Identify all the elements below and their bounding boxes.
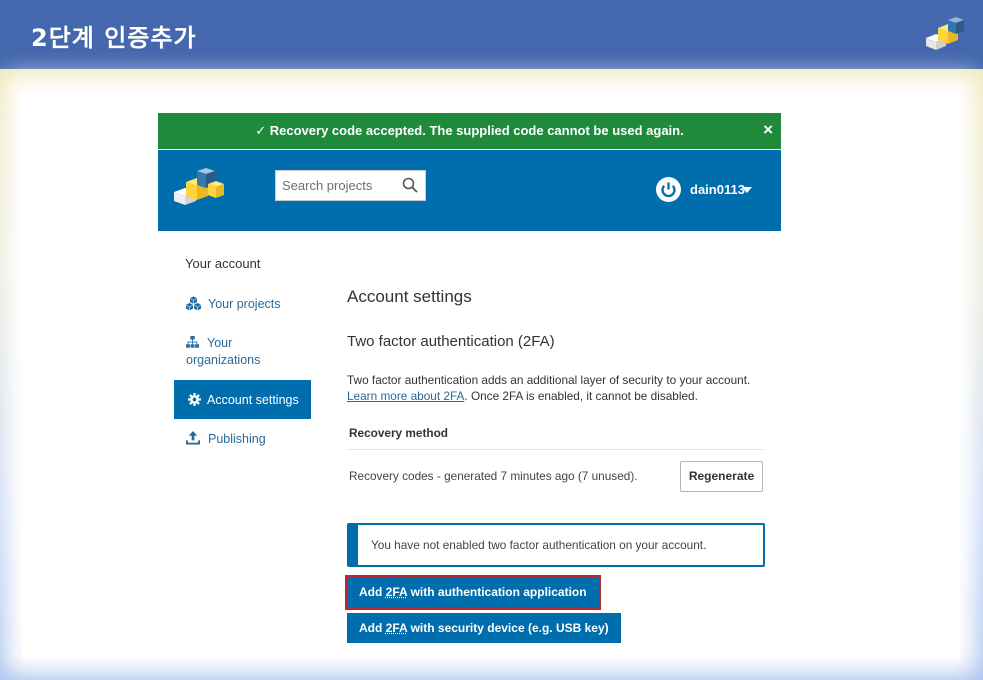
search-icon[interactable] (402, 177, 418, 193)
sidebar-item-your-projects[interactable]: Your projects (186, 296, 306, 314)
section-title: Two factor authentication (2FA) (347, 333, 555, 350)
gear-icon (188, 393, 201, 406)
sidebar-item-label: Publishing (208, 432, 266, 446)
sidebar-item-publishing[interactable]: Publishing (186, 431, 306, 449)
page-title: Account settings (347, 287, 472, 306)
upload-icon (186, 431, 200, 445)
notice-text: You have not enabled two factor authenti… (371, 538, 707, 552)
chevron-down-icon (742, 187, 752, 193)
sidebar-item-account-settings[interactable]: Account settings (174, 380, 311, 419)
slide-title: 2단계 인증추가 (31, 24, 197, 52)
pypi-logo-icon[interactable] (172, 162, 226, 208)
add-prefix: Add (359, 621, 386, 635)
sidebar-item-label-line2: organizations (186, 353, 261, 367)
twofa-notice: You have not enabled two factor authenti… (347, 523, 765, 567)
sidebar-item-your-organizations[interactable]: Your organizations (186, 335, 306, 371)
recovery-method-heading: Recovery method (349, 426, 448, 440)
twofa-abbr: 2FA (385, 585, 408, 599)
recovery-status: Recovery codes - generated 7 minutes ago… (349, 469, 638, 483)
add-prefix: Add (359, 585, 386, 599)
add-2fa-device-button[interactable]: Add 2FA with security device (e.g. USB k… (347, 613, 621, 643)
sidebar-item-label: Your projects (208, 297, 281, 311)
sidebar-item-label: Account settings (207, 393, 299, 407)
description-tail: . Once 2FA is enabled, it cannot be disa… (464, 389, 698, 403)
add-app-suffix: with authentication application (407, 585, 587, 599)
username: dain0113 (690, 182, 745, 197)
slide-header: 2단계 인증추가 (0, 0, 983, 69)
site-header: dain0113 (158, 150, 781, 231)
cubes-icon (186, 296, 201, 311)
power-icon (656, 177, 681, 202)
flash-message: ✓ Recovery code accepted. The supplied c… (158, 113, 781, 149)
pypi-screenshot: ✓ Recovery code accepted. The supplied c… (158, 113, 781, 643)
twofa-description: Two factor authentication adds an additi… (347, 372, 767, 404)
regenerate-button[interactable]: Regenerate (680, 461, 763, 492)
close-icon[interactable]: × (763, 120, 773, 140)
search-box (275, 170, 426, 201)
pypi-logo-icon (926, 17, 964, 50)
flash-text: ✓ Recovery code accepted. The supplied c… (255, 123, 684, 138)
search-input[interactable] (276, 171, 396, 200)
sidebar-heading: Your account (185, 256, 261, 271)
add-2fa-app-button[interactable]: Add 2FA with authentication application (345, 575, 601, 610)
learn-more-link[interactable]: Learn more about 2FA (347, 389, 464, 403)
sidebar-item-label: Your (207, 336, 233, 350)
add-device-suffix: with security device (e.g. USB key) (407, 621, 609, 635)
description-text: Two factor authentication adds an additi… (347, 373, 751, 387)
twofa-abbr: 2FA (385, 621, 408, 635)
sitemap-icon (186, 336, 199, 348)
divider (347, 449, 764, 450)
